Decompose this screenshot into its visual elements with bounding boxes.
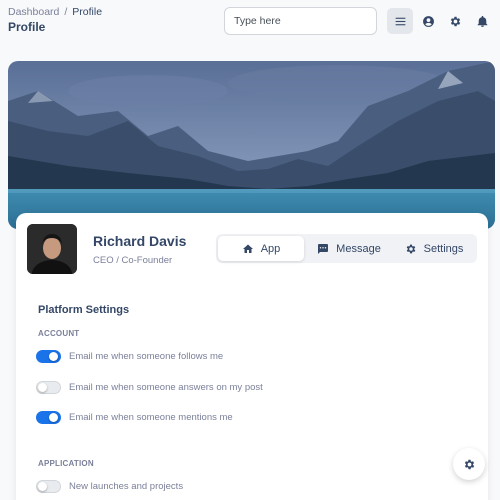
tab-settings[interactable]: Settings: [392, 236, 476, 261]
new-launches-toggle[interactable]: [36, 480, 61, 493]
page-title: Profile: [8, 20, 46, 34]
home-icon: [242, 244, 253, 253]
setting-mentions: Email me when someone mentions me: [36, 411, 233, 424]
profile-name: Richard Davis: [93, 233, 187, 249]
tab-message-label: Message: [336, 242, 381, 255]
settings-button[interactable]: [442, 8, 468, 34]
account-group-label: ACCOUNT: [38, 329, 80, 338]
top-navbar: Dashboard / Profile Profile: [0, 0, 500, 48]
menu-icon: [395, 17, 405, 25]
setting-label: Email me when someone follows me: [69, 351, 224, 362]
gear-icon: [406, 244, 415, 253]
profile-banner-image: [8, 61, 495, 229]
profile-role: CEO / Co-Founder: [93, 255, 173, 266]
configurator-button[interactable]: [453, 448, 485, 480]
notifications-button[interactable]: [469, 8, 495, 34]
account-circle-icon: [422, 15, 434, 27]
profile-card: Richard Davis CEO / Co-Founder App Messa…: [16, 213, 488, 500]
tab-app-label: App: [260, 242, 281, 255]
menu-button[interactable]: [387, 8, 413, 34]
breadcrumb-current: Profile: [72, 6, 103, 18]
breadcrumb: Dashboard / Profile: [8, 6, 102, 18]
gear-icon: [464, 459, 474, 469]
tab-settings-label: Settings: [423, 242, 464, 255]
setting-label: Email me when someone mentions me: [69, 412, 233, 423]
follows-toggle[interactable]: [36, 350, 61, 363]
bell-icon: [477, 15, 487, 27]
profile-tabs: App Message Settings: [216, 234, 477, 263]
search-input[interactable]: [224, 7, 377, 35]
breadcrumb-dashboard-link[interactable]: Dashboard: [8, 6, 59, 18]
mentions-toggle[interactable]: [36, 411, 61, 424]
gear-icon: [450, 16, 460, 26]
account-button[interactable]: [415, 8, 441, 34]
setting-follows: Email me when someone follows me: [36, 350, 223, 363]
tab-app[interactable]: App: [218, 236, 304, 261]
setting-label: New launches and projects: [69, 481, 184, 492]
chat-icon: [318, 243, 329, 254]
answers-toggle[interactable]: [36, 381, 61, 394]
breadcrumb-separator: /: [64, 6, 68, 18]
tab-message[interactable]: Message: [306, 236, 392, 261]
setting-answers: Email me when someone answers on my post: [36, 381, 263, 394]
platform-settings-title: Platform Settings: [38, 304, 130, 316]
application-group-label: APPLICATION: [38, 459, 94, 468]
setting-new-launches: New launches and projects: [36, 480, 183, 493]
setting-label: Email me when someone answers on my post: [69, 382, 263, 393]
avatar: [27, 224, 77, 274]
